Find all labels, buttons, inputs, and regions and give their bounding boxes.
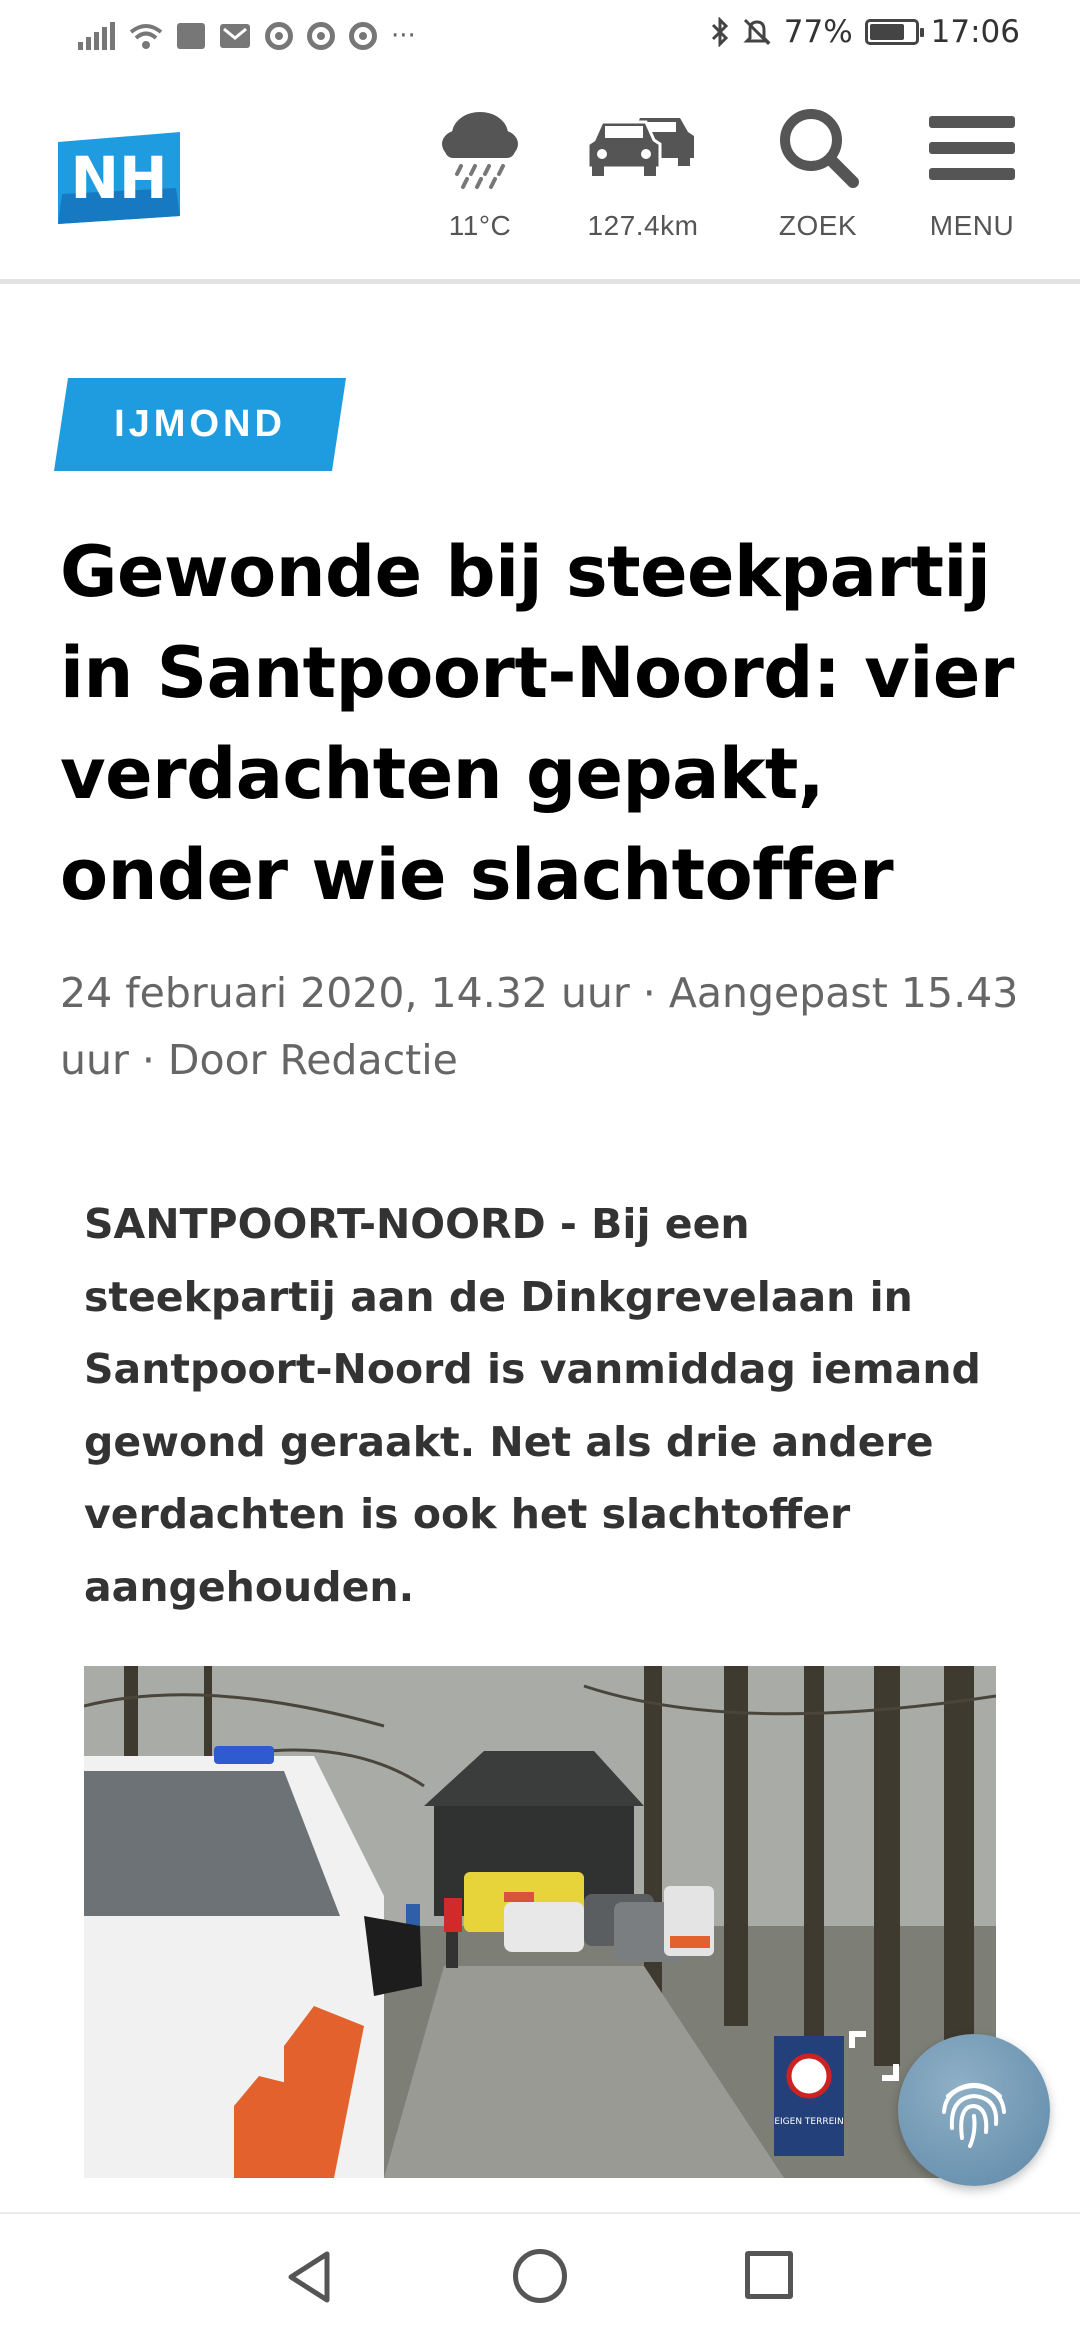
hamburger-icon bbox=[929, 116, 1015, 180]
status-left-icons: ··· bbox=[78, 20, 416, 52]
chrome-icon bbox=[349, 22, 377, 50]
search-label: ZOEK bbox=[778, 210, 858, 241]
article-title: Gewonde bij steekpartij in Santpoort-Noo… bbox=[60, 531, 1014, 916]
search-button[interactable]: ZOEK bbox=[743, 102, 893, 242]
signal-icon bbox=[78, 22, 115, 50]
wifi-icon bbox=[129, 24, 163, 49]
recent-apps-icon[interactable] bbox=[745, 2251, 793, 2299]
category-label: IJMOND bbox=[114, 403, 286, 445]
sonos-icon bbox=[177, 23, 205, 49]
cars-icon bbox=[588, 118, 694, 176]
battery-icon bbox=[864, 19, 924, 45]
battery-percentage: 77% bbox=[783, 14, 853, 50]
logo-text: NH bbox=[70, 144, 167, 212]
traffic-button[interactable]: 127.4km bbox=[568, 102, 718, 242]
search-icon bbox=[780, 109, 859, 188]
gmail-icon bbox=[220, 24, 250, 48]
fingerprint-fab[interactable] bbox=[898, 2034, 1050, 2186]
category-tag[interactable]: IJMOND bbox=[54, 378, 346, 471]
photo-scene: EIGEN TERREIN bbox=[84, 1666, 996, 2178]
android-nav-bar bbox=[0, 2212, 1080, 2340]
more-icon: ··· bbox=[391, 21, 416, 51]
site-header: NH 11°C 127.4km ZOEK MENU bbox=[0, 72, 1080, 284]
weather-button[interactable]: 11°C bbox=[405, 102, 555, 242]
bluetooth-icon bbox=[711, 17, 728, 47]
home-icon[interactable] bbox=[513, 2249, 567, 2303]
back-icon[interactable] bbox=[285, 2250, 333, 2304]
bell-off-icon bbox=[743, 18, 771, 46]
traffic-label: 127.4km bbox=[587, 210, 699, 241]
nh-logo[interactable]: NH bbox=[58, 132, 180, 224]
status-bar: ··· 77% 17:06 bbox=[0, 0, 1080, 72]
menu-label: MENU bbox=[929, 210, 1015, 241]
menu-button[interactable]: MENU bbox=[897, 102, 1047, 242]
fingerprint-icon bbox=[942, 2083, 1006, 2148]
article-photo[interactable]: EIGEN TERREIN bbox=[84, 1666, 996, 2178]
chrome-icon bbox=[307, 22, 335, 50]
rain-cloud-icon bbox=[442, 112, 518, 189]
weather-label: 11°C bbox=[448, 210, 512, 241]
clock: 17:06 bbox=[930, 14, 1020, 50]
chrome-icon bbox=[265, 22, 293, 50]
photo-sign-text: EIGEN TERREIN bbox=[774, 2117, 843, 2127]
article-intro: SANTPOORT-NOORD - Bij een steekpartij aa… bbox=[84, 1200, 981, 1611]
expand-icon[interactable] bbox=[848, 2030, 900, 2082]
article-meta: 24 februari 2020, 14.32 uur · Aangepast … bbox=[60, 969, 1019, 1084]
status-right: 77% 17:06 bbox=[710, 14, 1020, 50]
